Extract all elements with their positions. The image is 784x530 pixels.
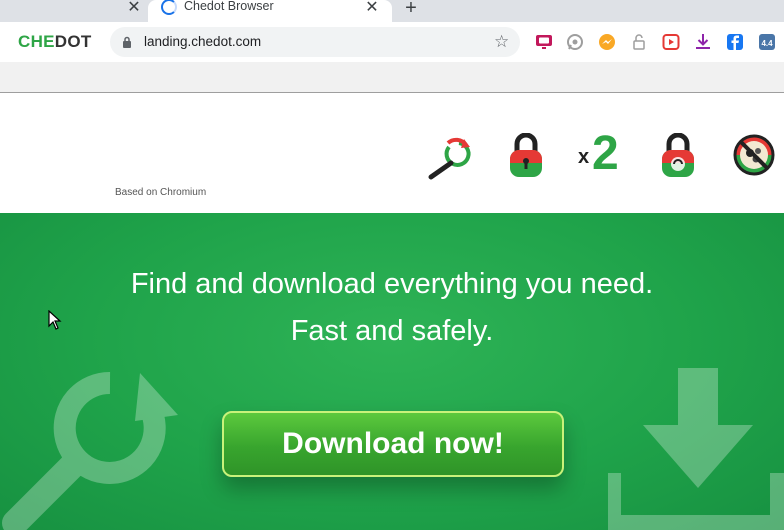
chedot-logo[interactable]: CHEDOT — [18, 32, 92, 52]
whatsapp-icon[interactable] — [566, 33, 584, 51]
search-refresh-feature-icon — [428, 137, 471, 180]
svg-text:4.4: 4.4 — [761, 39, 773, 48]
x2-multiplier-number: 2 — [592, 127, 619, 180]
hero-banner: Find and download everything you need. F… — [0, 213, 784, 530]
no-ads-feature-icon — [733, 134, 775, 176]
active-tab[interactable]: Chedot Browser ✕ — [148, 0, 392, 22]
landing-page: Based on Chromium x 2 Find and download … — [0, 93, 784, 530]
download-decoration-icon — [608, 368, 784, 530]
lock-icon[interactable] — [122, 36, 132, 48]
logo-part-dot: DOT — [54, 32, 92, 51]
loading-spinner-icon — [161, 0, 177, 15]
lock-open-icon[interactable] — [630, 33, 648, 51]
based-on-chromium-text: Based on Chromium — [115, 187, 207, 198]
mouse-cursor-icon — [48, 310, 62, 330]
close-previous-tab-icon[interactable]: ✕ — [124, 0, 144, 18]
x2-multiplier-x: x — [578, 146, 590, 168]
hero-headline: Find and download everything you need. F… — [0, 261, 784, 355]
new-tab-button[interactable]: + — [400, 0, 422, 19]
address-bar[interactable]: landing.chedot.com ☆ — [110, 27, 520, 57]
url-text[interactable]: landing.chedot.com — [144, 34, 261, 49]
logo-part-che: CHE — [18, 32, 55, 51]
private-lock-feature-icon — [662, 133, 694, 177]
tv-icon[interactable] — [535, 33, 553, 51]
bookmark-star-icon[interactable]: ☆ — [494, 32, 509, 52]
page-header: Based on Chromium x 2 — [0, 93, 784, 213]
security-lock-feature-icon — [510, 133, 542, 177]
facebook-icon[interactable] — [726, 33, 744, 51]
vk-icon[interactable]: 4.4 — [758, 33, 776, 51]
download-icon[interactable] — [694, 33, 712, 51]
tab-title: Chedot Browser — [184, 0, 274, 13]
video-icon[interactable] — [662, 33, 680, 51]
messenger-icon[interactable] — [598, 33, 616, 51]
browser-toolbar: CHEDOT landing.chedot.com ☆ 4.4 — [0, 22, 784, 62]
close-tab-icon[interactable]: ✕ — [362, 0, 382, 18]
download-now-button[interactable]: Download now! — [222, 411, 564, 477]
bookmarks-bar — [0, 62, 784, 93]
headline-line-1: Find and download everything you need. — [130, 268, 654, 300]
tab-strip: ✕ Chedot Browser ✕ + — [0, 0, 784, 22]
search-decoration-icon — [2, 371, 178, 530]
headline-line-2: Fast and safely. — [290, 315, 494, 347]
